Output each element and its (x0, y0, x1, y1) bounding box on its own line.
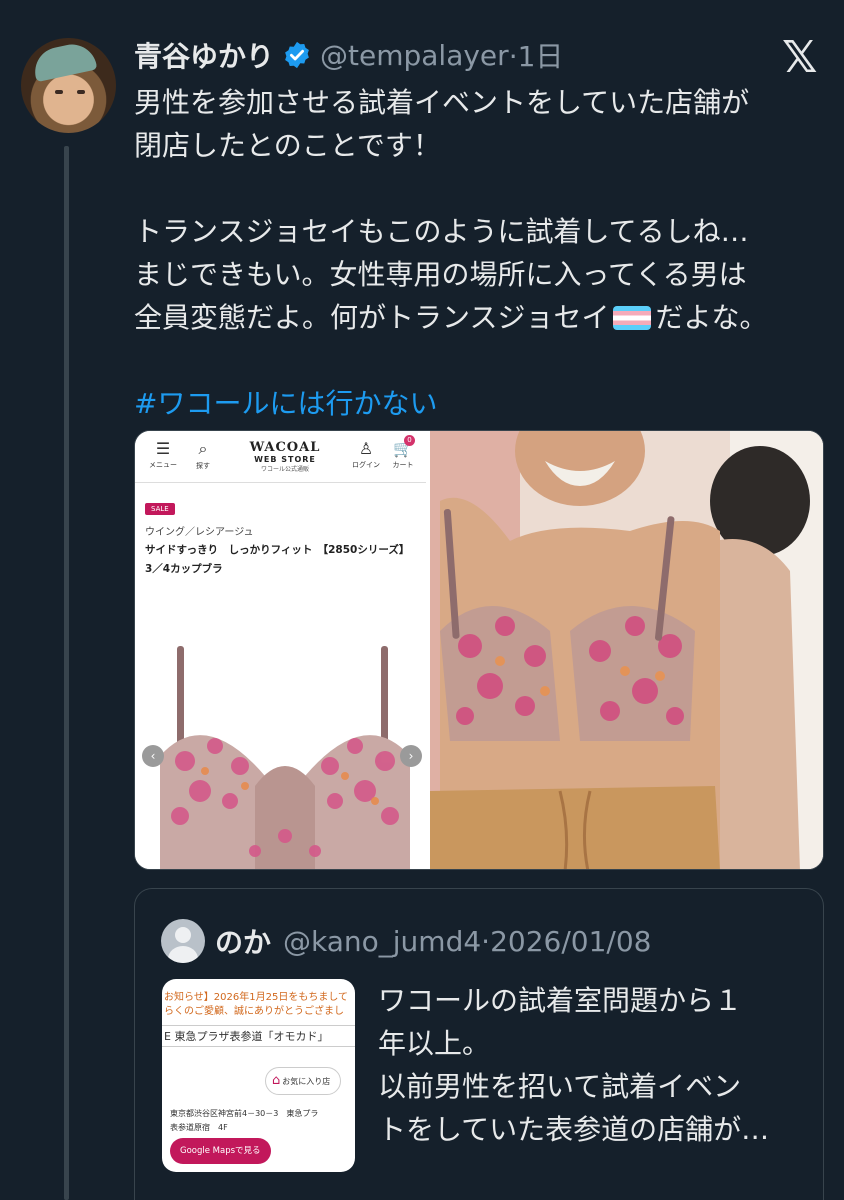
quoted-text: ワコールの試着室問題から１ 年以上。 以前男性を招いて試着イベン トをしていた表… (378, 984, 770, 1146)
x-logo-icon[interactable]: 𝕏 (782, 36, 817, 80)
verified-badge-icon (285, 41, 309, 69)
fitting-photo (430, 431, 823, 869)
product-name: サイドすっきり しっかりフィット 【2850シリーズ】 3／4カップブラ (145, 544, 410, 575)
quoted-avatar-icon[interactable] (161, 919, 205, 963)
tweet-media-image[interactable]: ☰ メニュー ⌕ 探す WACOAL WEB STORE ワコール公式通販 ♙ ログイ… (134, 430, 824, 870)
product-series: ウイング／レシアージュ (145, 527, 254, 538)
search-icon: ⌕ 探す (196, 439, 210, 470)
hashtag-link[interactable]: #ワコールには行かない (134, 387, 437, 420)
cart-count-badge: 0 (403, 435, 415, 446)
thread-line (64, 146, 69, 1200)
login-icon: ♙ ログイン (352, 439, 380, 469)
quoted-author-handle[interactable]: @kano_jumd4 (283, 925, 481, 958)
product-bra-image (160, 646, 410, 869)
transgender-flag-icon (613, 306, 652, 330)
quoted-author-name[interactable]: のか (215, 921, 271, 961)
next-arrow-icon: › (400, 745, 422, 767)
sale-badge: SALE (145, 503, 175, 515)
favorite-store-button: ⌂ お気に入り店 (265, 1067, 342, 1095)
author-handle[interactable]: @tempalayer (320, 39, 509, 72)
shop-screenshot: ☰ メニュー ⌕ 探す WACOAL WEB STORE ワコール公式通販 ♙ ログイ… (135, 431, 430, 869)
store-address: 東京都渋谷区神宮前4－30－3 東急プラ 表参道原宿 4F (170, 1109, 319, 1132)
shop-header: ☰ メニュー ⌕ 探す WACOAL WEB STORE ワコール公式通販 ♙ ログイ… (135, 431, 430, 483)
tweet-text-body: 男性を参加させる試着イベントをしていた店舗が 閉店したとのことです！ トランスジ… (134, 86, 750, 334)
tweet-header: 青谷ゆかり @tempalayer ·1日 (134, 33, 563, 77)
author-name[interactable]: 青谷ゆかり (134, 35, 274, 75)
wacoal-logo: WACOAL WEB STORE ワコール公式通販 (249, 440, 321, 473)
quoted-thumbnail[interactable]: お知らせ】2026年1月25日をもちまして らくのご愛顧、誠にありがとうござまし… (162, 979, 355, 1172)
prev-arrow-icon: ‹ (142, 745, 164, 767)
quoted-tweet[interactable]: のか @kano_jumd4 ·2026/01/08 お知らせ】2026年1月2… (134, 888, 824, 1200)
house-icon: ⌂ (272, 1073, 281, 1088)
store-name: E 東急プラザ表参道「オモカド」 (162, 1025, 355, 1047)
google-maps-button: Google Mapsで見る (170, 1138, 271, 1164)
closing-notice: お知らせ】2026年1月25日をもちまして らくのご愛顧、誠にありがとうござまし (164, 992, 349, 1017)
cart-icon: 🛒 0 カート (392, 435, 415, 469)
menu-icon: ☰ メニュー (149, 439, 177, 469)
tweet-text-end: だよな。 (655, 301, 768, 334)
tweet-time[interactable]: ·1日 (509, 35, 564, 75)
tweet-text: 男性を参加させる試着イベントをしていた店舗が 閉店したとのことです！ トランスジ… (134, 81, 824, 425)
quoted-date[interactable]: ·2026/01/08 (481, 925, 651, 958)
author-avatar[interactable] (21, 38, 116, 133)
quoted-header: のか @kano_jumd4 ·2026/01/08 (161, 919, 651, 963)
